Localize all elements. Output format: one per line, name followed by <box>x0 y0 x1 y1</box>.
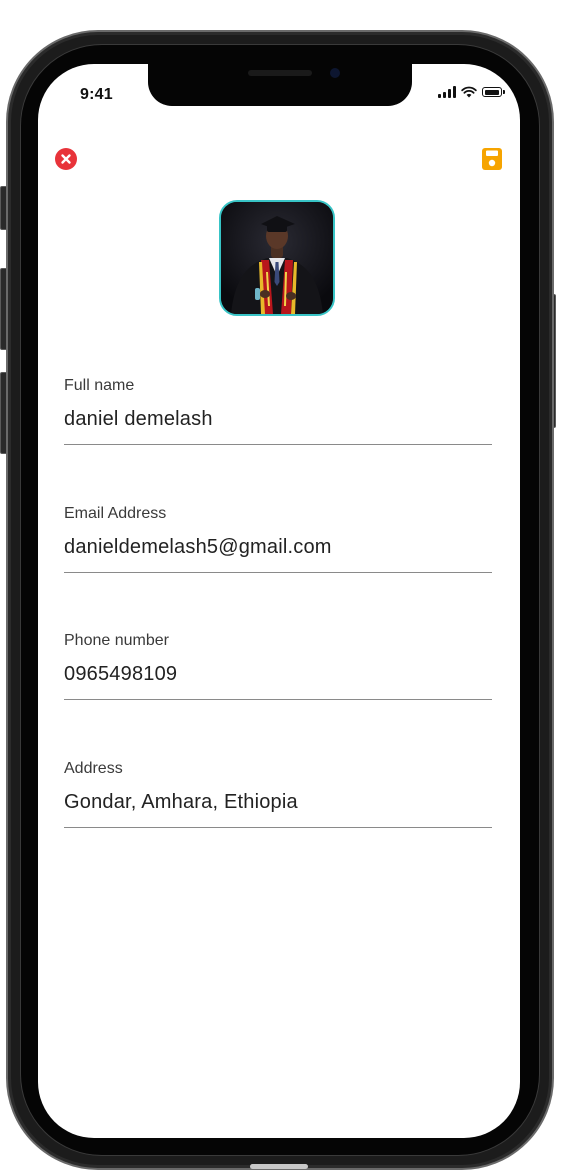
status-icons <box>438 86 505 98</box>
email-label: Email Address <box>64 505 167 522</box>
device-mockup: 9:41 Full name daniel demelash Email Add… <box>0 0 588 1172</box>
front-camera <box>330 68 340 78</box>
status-time: 9:41 <box>80 86 113 103</box>
home-indicator <box>250 1164 308 1169</box>
notch <box>148 64 412 106</box>
phone-label: Phone number <box>64 632 169 649</box>
full-name-field: Full name daniel demelash <box>64 376 492 445</box>
wifi-icon <box>461 86 477 98</box>
phone-field: Phone number 0965498109 <box>64 631 492 700</box>
address-label: Address <box>64 760 123 777</box>
address-underline <box>64 827 492 828</box>
full-name-input[interactable]: daniel demelash <box>64 406 492 432</box>
phone-underline <box>64 699 492 700</box>
phone-input[interactable]: 0965498109 <box>64 661 492 687</box>
avatar[interactable] <box>219 200 335 316</box>
email-input[interactable]: danieldemelash5@gmail.com <box>64 534 492 560</box>
battery-icon <box>482 87 505 97</box>
profile-photo <box>221 202 333 314</box>
email-field: Email Address danieldemelash5@gmail.com <box>64 504 492 573</box>
save-button[interactable] <box>481 147 503 171</box>
full-name-underline <box>64 444 492 445</box>
full-name-label: Full name <box>64 377 135 394</box>
close-icon <box>61 154 71 164</box>
earpiece-speaker <box>248 70 312 76</box>
edit-profile-screen: 9:41 Full name daniel demelash Email Add… <box>38 64 520 1138</box>
cellular-signal-icon <box>438 86 456 98</box>
close-button[interactable] <box>55 148 77 170</box>
address-field: Address Gondar, Amhara, Ethiopia <box>64 759 492 828</box>
address-input[interactable]: Gondar, Amhara, Ethiopia <box>64 789 492 815</box>
email-underline <box>64 572 492 573</box>
floppy-disk-icon <box>482 148 502 170</box>
